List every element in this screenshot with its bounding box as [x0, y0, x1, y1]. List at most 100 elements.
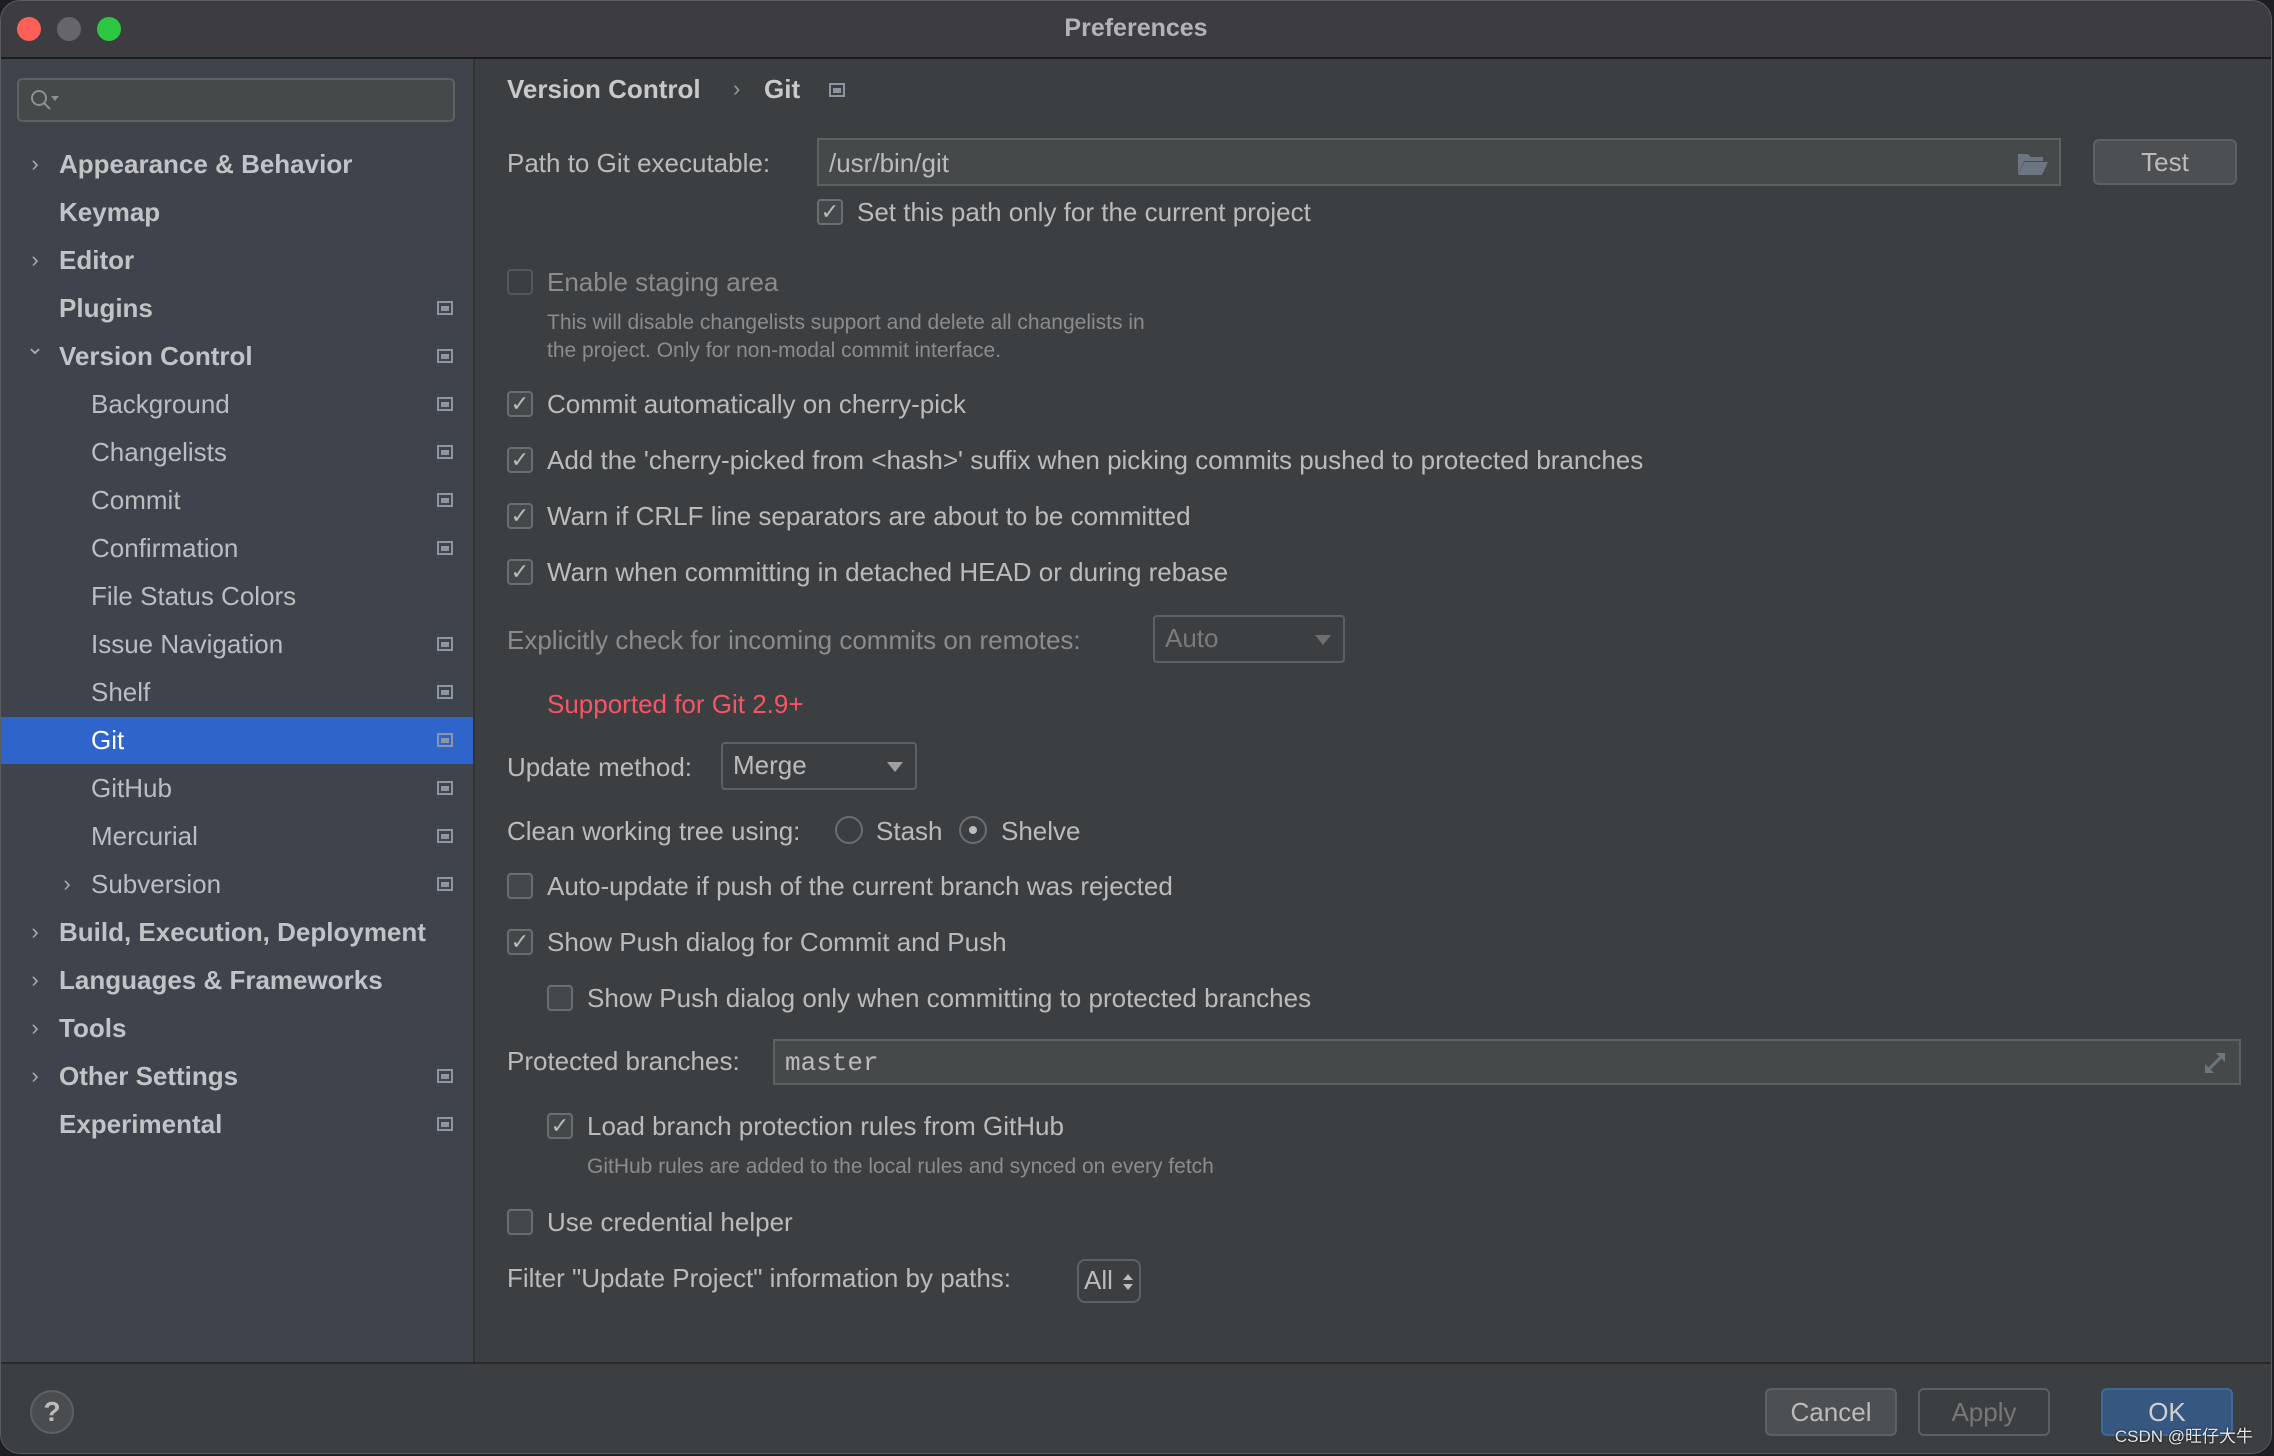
sidebar-item-file-status-colors[interactable]: File Status Colors [1, 573, 473, 620]
credential-helper-checkbox[interactable] [507, 1209, 533, 1235]
sidebar-item-appearance-behavior[interactable]: › Appearance & Behavior [1, 141, 473, 188]
sidebar-item-other-settings[interactable]: › Other Settings [1, 1053, 473, 1100]
commit-option-checkbox[interactable]: ✓ [507, 559, 533, 585]
update-method-dropdown[interactable]: Merge [721, 742, 917, 790]
sidebar-item-github[interactable]: GitHub [1, 765, 473, 812]
sidebar-item-keymap[interactable]: Keymap [1, 189, 473, 236]
sidebar-item-confirmation[interactable]: Confirmation [1, 525, 473, 572]
project-scope-icon [437, 877, 453, 891]
sidebar-item-commit[interactable]: Commit [1, 477, 473, 524]
breadcrumb-separator: › [733, 76, 741, 101]
dialog-footer: ? Cancel Apply OK CSDN @旺仔大牛 [1, 1362, 2271, 1453]
chevron-right-icon[interactable]: › [25, 150, 45, 178]
auto-update-label: Auto-update if push of the current branc… [547, 871, 1173, 901]
breadcrumb-current: Git [764, 74, 801, 104]
chevron-right-icon[interactable]: › [25, 1014, 45, 1042]
set-path-project-checkbox[interactable]: ✓ [817, 199, 843, 225]
staging-hint-line1: This will disable changelists support an… [547, 311, 1145, 334]
updown-arrows-icon [1123, 1274, 1133, 1290]
show-push-label: Show Push dialog for Commit and Push [547, 927, 1007, 957]
filter-paths-select[interactable]: All [1077, 1259, 1141, 1303]
help-button[interactable]: ? [30, 1390, 74, 1434]
sidebar-item-label: Shelf [91, 677, 151, 707]
sidebar-item-label: Tools [59, 1013, 127, 1043]
incoming-check-dropdown[interactable]: Auto [1153, 615, 1345, 663]
apply-button[interactable]: Apply [1918, 1388, 2050, 1436]
sidebar-item-label: Keymap [59, 197, 161, 227]
git-path-input[interactable]: /usr/bin/git [817, 138, 2061, 186]
sidebar-item-subversion[interactable]: › Subversion [1, 861, 473, 908]
sidebar-item-editor[interactable]: › Editor [1, 237, 473, 284]
sidebar-item-label: Build, Execution, Deployment [59, 917, 426, 947]
git-path-value: /usr/bin/git [829, 148, 949, 178]
sidebar-item-shelf[interactable]: Shelf [1, 669, 473, 716]
settings-search-input[interactable] [17, 78, 455, 122]
chevron-right-icon[interactable]: › [57, 870, 77, 898]
sidebar-item-label: Subversion [91, 869, 222, 899]
commit-option-checkbox[interactable]: ✓ [507, 447, 533, 473]
folder-open-icon[interactable] [2017, 152, 2049, 176]
sidebar-item-tools[interactable]: › Tools [1, 1005, 473, 1052]
project-scope-icon [437, 445, 453, 459]
chevron-right-icon[interactable]: › [25, 246, 45, 274]
project-scope-icon [437, 397, 453, 411]
sidebar-item-mercurial[interactable]: Mercurial [1, 813, 473, 860]
sidebar-item-label: Changelists [91, 437, 227, 467]
auto-update-checkbox[interactable] [507, 873, 533, 899]
commit-option-checkbox[interactable]: ✓ [507, 503, 533, 529]
sidebar-item-version-control[interactable]: ⌄ Version Control [1, 333, 473, 380]
enable-staging-checkbox[interactable] [507, 269, 533, 295]
load-rules-hint: GitHub rules are added to the local rule… [587, 1155, 1214, 1178]
sidebar-item-experimental[interactable]: Experimental [1, 1101, 473, 1148]
chevron-down-icon[interactable]: ⌄ [25, 333, 45, 361]
project-scope-icon [437, 781, 453, 795]
breadcrumb-parent[interactable]: Version Control [507, 74, 701, 105]
show-push-protected-checkbox[interactable] [547, 985, 573, 1011]
chevron-down-icon [887, 762, 903, 772]
incoming-check-value: Auto [1165, 623, 1219, 653]
staging-hint-line2: the project. Only for non-modal commit i… [547, 339, 1002, 362]
filter-paths-label: Filter "Update Project" information by p… [507, 1263, 1012, 1293]
preferences-window: Preferences › Appearance & Behavior Keymap… [0, 0, 2272, 1454]
test-git-button[interactable]: Test [2093, 139, 2237, 185]
chevron-right-icon[interactable]: › [25, 918, 45, 946]
sidebar-item-label: Mercurial [91, 821, 198, 851]
shelve-radio[interactable] [959, 816, 987, 844]
chevron-right-icon[interactable]: › [25, 1062, 45, 1090]
sidebar-item-changelists[interactable]: Changelists [1, 429, 473, 476]
protected-branches-input[interactable]: master [773, 1039, 2241, 1085]
sidebar-item-git[interactable]: Git [1, 717, 473, 764]
update-method-value: Merge [733, 750, 807, 780]
sidebar-item-languages-frameworks[interactable]: › Languages & Frameworks [1, 957, 473, 1004]
load-rules-label: Load branch protection rules from GitHub [587, 1111, 1064, 1141]
project-scope-icon [437, 301, 453, 315]
incoming-check-label: Explicitly check for incoming commits on… [507, 625, 1081, 655]
sidebar-item-label: Version Control [59, 341, 253, 371]
stash-label: Stash [876, 816, 943, 846]
sidebar-item-label: Appearance & Behavior [59, 149, 353, 179]
commit-option-label: Warn if CRLF line separators are about t… [547, 501, 1191, 531]
show-push-checkbox[interactable]: ✓ [507, 929, 533, 955]
chevron-right-icon[interactable]: › [25, 966, 45, 994]
show-push-protected-label: Show Push dialog only when committing to… [587, 983, 1312, 1013]
update-method-label: Update method: [507, 752, 693, 782]
cancel-button[interactable]: Cancel [1765, 1388, 1897, 1436]
project-scope-icon [829, 83, 845, 97]
project-scope-icon [437, 1117, 453, 1131]
commit-option-checkbox[interactable]: ✓ [507, 391, 533, 417]
project-scope-icon [437, 733, 453, 747]
sidebar-item-background[interactable]: Background [1, 381, 473, 428]
load-rules-checkbox[interactable]: ✓ [547, 1113, 573, 1139]
title-bar: Preferences [1, 1, 2271, 59]
expand-icon[interactable] [2201, 1049, 2229, 1077]
search-icon [31, 90, 59, 110]
stash-radio[interactable] [835, 816, 863, 844]
shelve-label: Shelve [1001, 816, 1081, 846]
sidebar-item-build-execution-deployment[interactable]: › Build, Execution, Deployment [1, 909, 473, 956]
clean-tree-label: Clean working tree using: [507, 816, 801, 846]
sidebar-item-issue-navigation[interactable]: Issue Navigation [1, 621, 473, 668]
settings-sidebar: › Appearance & Behavior Keymap › Editor Plugi… [1, 59, 475, 1362]
sidebar-item-plugins[interactable]: Plugins [1, 285, 473, 332]
project-scope-icon [437, 829, 453, 843]
sidebar-item-label: Other Settings [59, 1061, 239, 1091]
